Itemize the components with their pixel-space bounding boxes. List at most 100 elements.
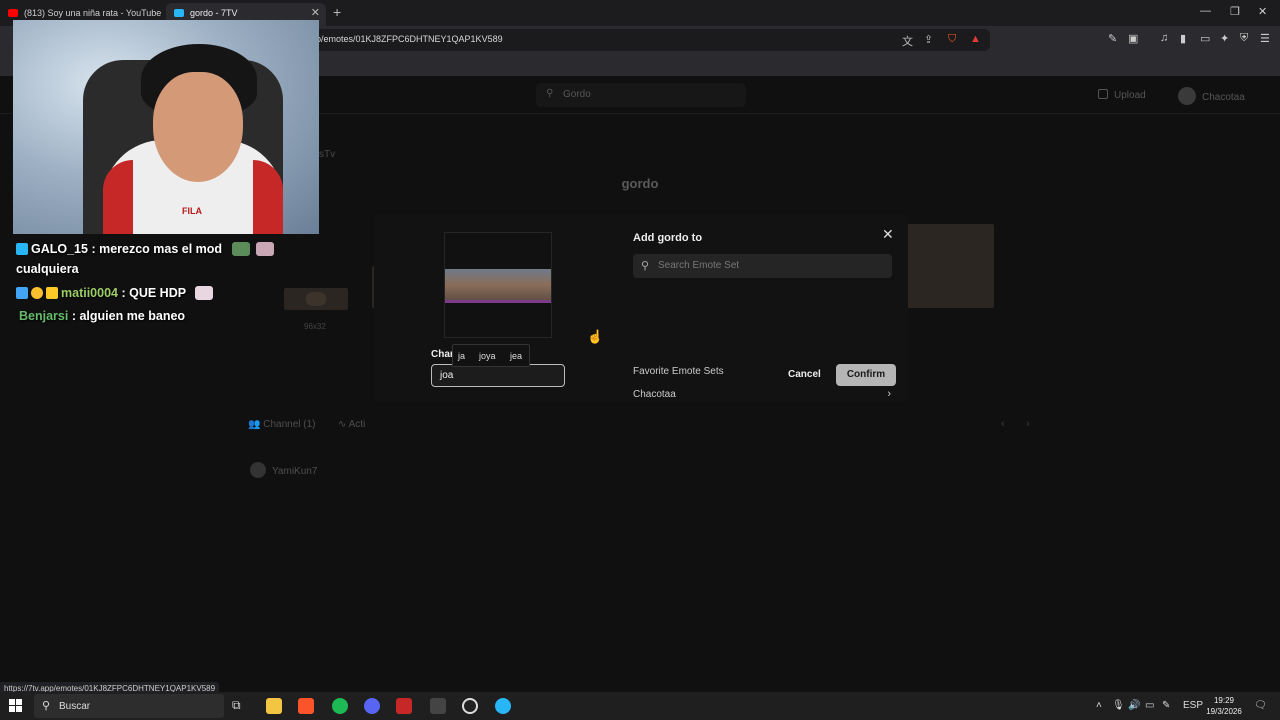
close-window-icon[interactable]: ✕ bbox=[1258, 5, 1267, 18]
author-name[interactable]: sTv bbox=[319, 149, 335, 160]
translate-icon[interactable]: 文 bbox=[902, 33, 913, 49]
close-icon[interactable]: ✕ bbox=[882, 226, 894, 243]
emote-name-input[interactable]: joa bbox=[431, 364, 565, 387]
shirt-logo: FILA bbox=[182, 206, 202, 216]
next-page-icon[interactable]: › bbox=[1026, 418, 1030, 430]
set-label: Favorite Emote Sets bbox=[633, 366, 724, 377]
emote-thumbnail bbox=[445, 269, 551, 303]
chevron-up-icon[interactable]: ˄ bbox=[1096, 700, 1102, 711]
tab-activity[interactable]: ∿ Acti bbox=[338, 419, 365, 430]
search-placeholder: Search Emote Set bbox=[658, 260, 740, 271]
channel-list-item[interactable]: YamiKun7 bbox=[250, 462, 317, 478]
menu-icon[interactable]: ☰ bbox=[1260, 32, 1270, 45]
notifications-icon[interactable]: 🗨 bbox=[1254, 700, 1267, 711]
upload-button[interactable]: Upload bbox=[1098, 89, 1146, 101]
channel-username: YamiKun7 bbox=[272, 466, 318, 477]
7tv-icon bbox=[174, 9, 184, 17]
app-icon[interactable] bbox=[495, 698, 511, 714]
site-search-input[interactable]: ⚲ Gordo bbox=[536, 83, 746, 107]
taskbar-clock[interactable]: 19:29 19/3/2026 bbox=[1201, 695, 1247, 717]
channel-tab-label: Channel (1) bbox=[263, 419, 316, 430]
avatar bbox=[1178, 87, 1196, 105]
upload-icon bbox=[1098, 89, 1108, 99]
chat-text: : merezco mas el mod bbox=[91, 242, 223, 256]
streamdeck-icon[interactable] bbox=[430, 698, 446, 714]
task-view-icon[interactable]: ⧉ bbox=[232, 698, 248, 714]
activity-tab-label: Acti bbox=[348, 419, 366, 430]
username: Chacotaa bbox=[1202, 92, 1245, 103]
emote-icon bbox=[255, 242, 274, 256]
emote-title: gordo bbox=[621, 176, 659, 191]
windows-start-icon[interactable] bbox=[9, 699, 23, 713]
screenshot-icon[interactable]: ▣ bbox=[1128, 32, 1138, 45]
suggestion-item[interactable]: joya bbox=[479, 351, 496, 361]
pen-icon[interactable]: ✎ bbox=[1162, 700, 1170, 711]
restore-icon[interactable]: ❐ bbox=[1230, 5, 1240, 18]
brave-rewards-icon[interactable]: ▲ bbox=[970, 33, 981, 45]
dialog-title: Add gordo to bbox=[633, 232, 703, 244]
emote-thumbnail-box: ☝ bbox=[444, 232, 603, 344]
spotify-icon[interactable] bbox=[332, 698, 348, 714]
suggestion-item[interactable]: jea bbox=[510, 351, 522, 361]
chat-message: matii0004 : QUE HDP bbox=[16, 286, 214, 300]
extensions-icon[interactable]: ✎ bbox=[1108, 32, 1117, 45]
emote-icon bbox=[231, 242, 250, 256]
search-icon: ⚲ bbox=[546, 88, 554, 99]
upload-label: Upload bbox=[1114, 90, 1146, 101]
discord-icon[interactable] bbox=[364, 698, 380, 714]
chat-message: Benjarsi : alguien me baneo bbox=[19, 309, 185, 323]
leo-ai-icon[interactable]: ✦ bbox=[1220, 32, 1229, 45]
chat-username: matii0004 bbox=[61, 286, 118, 300]
badge-icon bbox=[16, 243, 28, 255]
sidebar-icon[interactable]: ▮ bbox=[1180, 32, 1186, 45]
file-explorer-icon[interactable] bbox=[266, 698, 282, 714]
minimize-icon[interactable]: — bbox=[1200, 5, 1211, 17]
autocomplete-suggestions: ja joya jea bbox=[452, 344, 530, 367]
brave-shield-icon[interactable]: ⛉ bbox=[948, 33, 956, 46]
cancel-button[interactable]: Cancel bbox=[788, 369, 821, 380]
set-label: Chacotaa bbox=[633, 389, 676, 400]
clock-time: 19:29 bbox=[1213, 696, 1235, 705]
chat-message-continuation: cualquiera bbox=[16, 262, 79, 276]
search-placeholder: Gordo bbox=[563, 89, 591, 100]
emote-icon bbox=[195, 286, 214, 300]
media-icon[interactable]: ♫ bbox=[1160, 32, 1168, 44]
brave-icon[interactable] bbox=[298, 698, 314, 714]
streamer-face bbox=[153, 72, 243, 182]
set-row-chacotaa[interactable]: Chacotaa › bbox=[633, 388, 891, 405]
search-icon: ⚲ bbox=[641, 260, 650, 272]
taskbar-search[interactable]: ⚲ Buscar bbox=[34, 694, 224, 718]
microphone-icon[interactable]: 🎙 bbox=[1112, 700, 1125, 711]
new-tab-button[interactable]: + bbox=[333, 4, 341, 20]
user-menu[interactable]: Chacotaa bbox=[1178, 87, 1245, 105]
obs-icon[interactable] bbox=[462, 698, 478, 714]
volume-icon[interactable]: 🔊 bbox=[1128, 700, 1140, 711]
vpn-icon[interactable]: ⛨ bbox=[1240, 32, 1248, 45]
url-text: p/emotes/01KJ8ZFPC6DHTNEY1QAP1KV589 bbox=[316, 34, 503, 44]
search-icon: ⚲ bbox=[42, 700, 51, 712]
avatar bbox=[250, 462, 266, 478]
share-icon[interactable]: ⇪ bbox=[924, 33, 933, 46]
address-bar[interactable]: p/emotes/01KJ8ZFPC6DHTNEY1QAP1KV589 文 ⇪ … bbox=[300, 29, 990, 51]
add-emote-dialog: ☝ Add gordo to ✕ ⚲ Search Emote Set Favo… bbox=[374, 214, 908, 402]
wallet-icon[interactable]: ▭ bbox=[1200, 32, 1210, 45]
users-icon: 👥 bbox=[248, 419, 264, 430]
tab-channels[interactable]: 👥 Channel (1) bbox=[248, 419, 316, 430]
badge-icon bbox=[16, 287, 28, 299]
chat-message: GALO_15 : merezco mas el mod bbox=[16, 242, 274, 256]
emote-name-label: Char bbox=[431, 349, 454, 360]
clock-date: 19/3/2026 bbox=[1206, 707, 1242, 716]
emote-set-search-input[interactable]: ⚲ Search Emote Set bbox=[633, 254, 892, 278]
prev-page-icon[interactable]: ‹ bbox=[1001, 418, 1005, 430]
windows-taskbar: ⚲ Buscar ⧉ ˄ 🎙 🔊 ▭ ✎ ESP 19:29 19/3/2026… bbox=[0, 692, 1280, 720]
chevron-right-icon: › bbox=[887, 388, 891, 400]
suggestion-item[interactable]: ja bbox=[458, 351, 465, 361]
network-icon[interactable]: ▭ bbox=[1145, 700, 1154, 711]
activity-icon: ∿ bbox=[338, 419, 349, 430]
voicemeeter-icon[interactable] bbox=[396, 698, 412, 714]
tab-title: (813) Soy una niña rata - YouTube bbox=[24, 8, 162, 18]
taskbar-search-label: Buscar bbox=[59, 701, 91, 712]
language-indicator[interactable]: ESP bbox=[1183, 700, 1203, 711]
confirm-button[interactable]: Confirm bbox=[836, 364, 896, 386]
chat-username: Benjarsi bbox=[19, 309, 69, 323]
